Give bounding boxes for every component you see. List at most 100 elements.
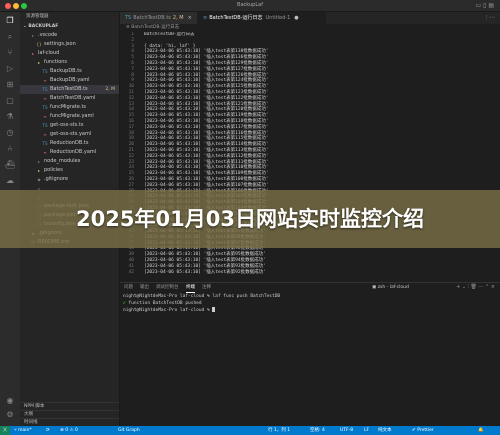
npm-scripts-section[interactable]: NPM 脚本 <box>20 402 119 410</box>
file-tree-item-label: BatchTestDB.ts <box>50 86 88 92</box>
file-tree-item-label: ReductionDB.yaml <box>50 149 97 155</box>
outline-section[interactable]: 大纲 <box>20 410 119 418</box>
file-tree-item[interactable]: ◆.gitignore <box>20 175 119 184</box>
file-tree-item[interactable]: ▸ laf-cloud <box>20 49 119 58</box>
file-tree-item[interactable]: {} settings.json <box>20 40 119 49</box>
file-tree-item[interactable]: ≡ BatchTestDB.yaml <box>20 94 119 103</box>
terminal-line: ✔ function BatchTestDB pushed <box>123 301 202 306</box>
layout-icons[interactable]: ▭ ▯ ▤ <box>476 2 494 9</box>
encoding[interactable]: UTF-8 <box>340 426 353 435</box>
terminal-selector[interactable]: ▣ zsh - laf-cloud <box>372 283 409 293</box>
git-graph-button[interactable]: Git Graph <box>118 426 140 435</box>
notifications-icon[interactable]: 🔔 <box>478 426 484 435</box>
editor-tabs: TS BatchTestDB.ts 2, M × ≡ BatchTestDB-运行日志 U… <box>120 12 500 24</box>
tab-problems[interactable]: 问题 <box>124 283 133 293</box>
testing-icon[interactable]: ⚗ <box>5 112 15 122</box>
file-tree-item-label: node_modules <box>44 158 81 164</box>
typescript-file-icon: TS <box>42 141 48 146</box>
file-tree-item[interactable]: ≡ get-oss-sts.yaml <box>20 130 119 139</box>
editor-actions[interactable]: ⫶ ⋯ <box>486 14 495 22</box>
explorer-header: 资源管理器 <box>26 14 49 19</box>
tab-comments[interactable]: 注释 <box>202 283 211 293</box>
yaml-file-icon: ≡ <box>43 114 47 119</box>
account-icon[interactable]: ◉ <box>5 396 15 406</box>
timeline-icon[interactable]: ◷ <box>5 128 15 138</box>
sidebar-bottom-sections: NPM 脚本 大纲 时间线 <box>20 402 119 426</box>
file-tree-item-label: funcMigrate.yaml <box>50 113 94 119</box>
file-tree-item[interactable]: TS ReductionDB.ts <box>20 139 119 148</box>
file-tree-item-label: BackupDB.ts <box>50 68 82 74</box>
file-tree-item[interactable]: TS get-oss-sts.ts <box>20 121 119 130</box>
run-debug-icon[interactable]: ▷ <box>5 64 15 74</box>
file-tree-item[interactable]: ▸ node_modules <box>20 157 119 166</box>
git-file-icon: ◆ <box>37 177 41 182</box>
terminal-prompt[interactable]: night@NightdeMac-Pro laf-cloud % <box>120 307 500 314</box>
cloud-icon[interactable]: ☁ <box>5 176 15 186</box>
file-tree-item[interactable]: ≡ BackupDB.yaml <box>20 76 119 85</box>
file-tree-item[interactable]: TS BackupDB.ts <box>20 67 119 76</box>
tab-batchtestdb-ts[interactable]: TS BatchTestDB.ts 2, M × <box>120 12 198 24</box>
file-tree-item[interactable]: TS funcMigrate.ts <box>20 103 119 112</box>
terminal-cursor <box>212 307 216 312</box>
breadcrumb: ≡ BatchTestDB-运行日志 <box>120 24 500 32</box>
prettier-status[interactable]: ✔ Prettier <box>412 426 434 435</box>
file-tree-item-label: .gitignore <box>44 176 68 182</box>
file-tree-item-label: policies <box>44 167 63 173</box>
file-tree-item[interactable]: ▸ functions <box>20 58 119 67</box>
language-mode[interactable]: 纯文本 <box>378 426 392 435</box>
remote-explorer-icon[interactable]: ▢ <box>5 96 15 106</box>
line-ending[interactable]: LF <box>364 426 369 435</box>
banner-title: 2025年01月03日网站实时监控介绍 <box>76 207 424 231</box>
file-tree-item[interactable]: TS BatchTestDB.ts 2, M <box>20 85 119 94</box>
git-graph-icon[interactable]: ⑃ <box>5 144 15 154</box>
panel-tabs: 问题 输出 调试控制台 终端 注释 ▣ zsh - laf-cloud + ⌄ … <box>120 283 500 293</box>
folder-icon: ▸ <box>37 168 40 173</box>
source-control-icon[interactable]: ⑂ <box>5 48 15 58</box>
indentation[interactable]: 空格: 4 <box>310 426 325 435</box>
timeline-section[interactable]: 时间线 <box>20 418 119 426</box>
docker-icon[interactable]: ⛴ <box>5 160 15 170</box>
sync-button[interactable]: ⟳ <box>46 426 50 435</box>
status-bar: ⟩⟨ ⑂ main* ⟳ ⊗ 0 ⚠ 0 Git Graph 行 1，列 1 空… <box>0 426 500 435</box>
file-tree-item[interactable]: ▸ policies <box>20 166 119 175</box>
line-text: [2023-04-06 05:43:10] '插入test表第92批数据成功' <box>144 269 266 275</box>
git-branch[interactable]: ⑂ main* <box>14 426 32 435</box>
folder-icon: ▸ <box>31 33 34 38</box>
file-tree-item-label: get-oss-sts.ts <box>50 122 84 128</box>
tab-output[interactable]: 输出 <box>140 283 149 293</box>
folder-icon: ▸ <box>37 60 40 65</box>
file-tree-item[interactable]: ≡ funcMigrate.yaml <box>20 112 119 121</box>
file-tree-item-label: .vscode <box>38 32 58 38</box>
yaml-file-icon: ≡ <box>43 150 47 155</box>
yaml-file-icon: ≡ <box>43 96 47 101</box>
file-tree-item-label: functions <box>44 59 68 65</box>
tab-run-log[interactable]: ≡ BatchTestDB-运行日志 Untitled-1 ● <box>198 12 326 24</box>
window-title: BackupLaf <box>237 2 263 8</box>
file-tree-item-label: BatchTestDB.yaml <box>50 95 96 101</box>
json-file-icon: {} <box>36 42 42 47</box>
file-tree-item[interactable]: ▸ .vscode <box>20 31 119 40</box>
tab-debug-console[interactable]: 调试控制台 <box>156 283 179 293</box>
explorer-icon[interactable]: ❐ <box>5 16 15 26</box>
file-tree-item-label: BackupDB.yaml <box>50 77 90 83</box>
code-line: 42 [2023-04-06 05:43:10] '插入test表第92批数据成功… <box>120 270 500 276</box>
file-tree-item-label: ReductionDB.ts <box>50 140 89 146</box>
panel-actions[interactable]: + ⌄ ⫶ 🗑 ⋯ ⌃ × <box>456 284 495 290</box>
file-tree-item[interactable]: ≡ ReductionDB.yaml <box>20 148 119 157</box>
remote-indicator-icon[interactable]: ⟩⟨ <box>0 426 10 435</box>
workspace-root[interactable]: ⌄ BACKUPLAF <box>20 22 119 31</box>
yaml-file-icon: ≡ <box>43 132 47 137</box>
close-icon[interactable]: ● <box>294 15 298 21</box>
folder-icon: ▸ <box>37 159 40 164</box>
bottom-panel: 问题 输出 调试控制台 终端 注释 ▣ zsh - laf-cloud + ⌄ … <box>120 282 500 426</box>
typescript-file-icon: TS <box>42 69 48 74</box>
extensions-icon[interactable]: ⊞ <box>5 80 15 90</box>
search-icon[interactable]: ⌕ <box>5 32 15 42</box>
close-icon[interactable]: × <box>188 15 192 21</box>
cursor-position[interactable]: 行 1，列 1 <box>268 426 290 435</box>
settings-gear-icon[interactable]: ⚙ <box>5 410 15 420</box>
problems-indicator[interactable]: ⊗ 0 ⚠ 0 <box>60 426 78 435</box>
tab-terminal[interactable]: 终端 <box>186 283 195 293</box>
typescript-file-icon: TS <box>42 105 48 110</box>
typescript-file-icon: TS <box>125 15 132 21</box>
